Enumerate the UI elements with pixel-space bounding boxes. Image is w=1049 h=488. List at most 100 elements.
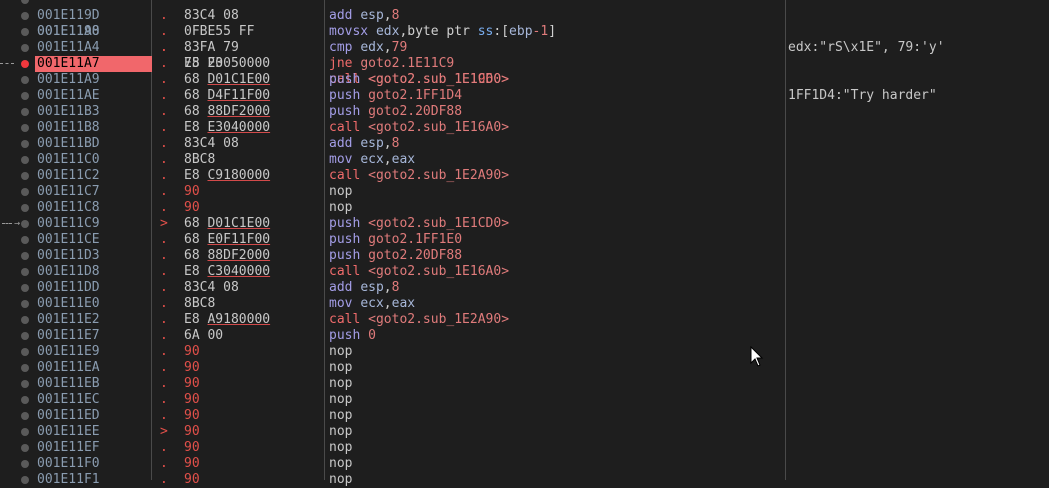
breakpoint-dot-icon[interactable] <box>21 140 29 148</box>
breakpoint-dot-icon[interactable] <box>21 252 29 260</box>
instruction-row[interactable]: → 001E11C9 >68 D01C1E00 push <goto2.sub_1E1… <box>0 216 785 232</box>
branch-marker: . <box>160 328 168 343</box>
instruction-row[interactable]: 001E11DD. 83C4 08 add esp,8 <box>0 280 785 296</box>
instruction-address[interactable]: 001E11A0 <box>35 24 152 40</box>
instruction-row[interactable]: 001E11C2. E8 C9180000 call <goto2.sub_1E2A… <box>0 168 785 184</box>
breakpoint-dot-icon[interactable] <box>21 476 29 484</box>
instruction-address[interactable]: 001E11C7 <box>35 184 152 200</box>
breakpoint-dot-icon[interactable] <box>21 220 29 228</box>
disassembly-view[interactable]: 001E1198 . E8 E3050000 call <goto2.sub_1… <box>0 0 1049 487</box>
instruction-address[interactable]: 001E11DD <box>35 280 152 296</box>
breakpoint-dot-icon[interactable] <box>21 236 29 244</box>
breakpoint-dot-icon[interactable] <box>21 428 29 436</box>
instruction-address[interactable]: 001E11C9 <box>35 216 152 232</box>
instruction-row-partial[interactable]: 001E1198 . E8 E3050000 call <goto2.sub_1… <box>0 0 785 87</box>
instruction-address[interactable]: 001E11A7 <box>35 56 152 72</box>
instruction-address[interactable]: 001E11F1 <box>35 472 152 488</box>
instruction-address[interactable]: 001E11D3 <box>35 248 152 264</box>
instruction-row[interactable]: 001E11BD. 83C4 08 add esp,8 <box>0 136 785 152</box>
breakpoint-dot-icon[interactable] <box>21 444 29 452</box>
instruction-address[interactable]: 001E11ED <box>35 408 152 424</box>
instruction-row[interactable]: 001E11AE. 68 D4F11F00 push goto2.1FF1D4 <box>0 88 785 104</box>
breakpoint-dot-icon[interactable] <box>21 316 29 324</box>
instruction-row[interactable]: 001E11EF. 90 nop <box>0 440 785 456</box>
instruction-row[interactable]: 001E11E2. E8 A9180000 call <goto2.sub_1E2A… <box>0 312 785 328</box>
breakpoint-dot-icon[interactable] <box>21 12 29 20</box>
instruction-address[interactable]: 001E11B8 <box>35 120 152 136</box>
instruction-text: nop <box>329 360 353 375</box>
instruction-row[interactable]: 001E11EE >90 nop <box>0 424 785 440</box>
instruction-row[interactable]: 001E11F0. 90 nop <box>0 456 785 472</box>
breakpoint-dot-icon[interactable] <box>21 364 29 372</box>
instruction-row[interactable]: 001E11D3. 68 88DF2000 push goto2.20DF88 <box>0 248 785 264</box>
breakpoint-dot-icon[interactable] <box>21 60 29 68</box>
breakpoint-dot-icon[interactable] <box>21 268 29 276</box>
breakpoint-dot-icon[interactable] <box>21 188 29 196</box>
instruction-row[interactable]: 001E11B8. E8 E3040000 call <goto2.sub_1E16… <box>0 120 785 136</box>
breakpoint-dot-icon[interactable] <box>21 44 29 52</box>
instruction-row[interactable]: 001E11C8. 90 nop <box>0 200 785 216</box>
instruction-address[interactable]: 001E11C8 <box>35 200 152 216</box>
instruction-address[interactable]: 001E11E9 <box>35 344 152 360</box>
instruction-address[interactable]: 001E11A4 <box>35 40 152 56</box>
instruction-text: push goto2.1FF1D4 <box>329 88 463 103</box>
instruction-address[interactable]: 001E11EF <box>35 440 152 456</box>
breakpoint-dot-icon[interactable] <box>21 204 29 212</box>
breakpoint-dot-icon[interactable] <box>21 0 29 4</box>
instruction-row[interactable]: 001E119D. 83C4 08 add esp,8 <box>0 8 785 24</box>
instruction-row[interactable]: 001E11E0. 8BC8 mov ecx,eax <box>0 296 785 312</box>
breakpoint-dot-icon[interactable] <box>21 284 29 292</box>
instruction-address[interactable]: 001E11CE <box>35 232 152 248</box>
breakpoint-dot-icon[interactable] <box>21 332 29 340</box>
breakpoint-dot-icon[interactable] <box>21 124 29 132</box>
breakpoint-dot-icon[interactable] <box>21 412 29 420</box>
instruction-row[interactable]: 001E11A9. 68 D01C1E00 push <goto2.sub_1E1C… <box>0 72 785 88</box>
instruction-row[interactable]: 001E11A4. 83FA 79 cmp edx,79 <box>0 40 785 56</box>
instruction-address[interactable]: 001E11EE <box>35 424 152 440</box>
instruction-address[interactable]: 001E11E0 <box>35 296 152 312</box>
branch-marker: . <box>160 456 168 471</box>
breakpoint-dot-icon[interactable] <box>21 92 29 100</box>
mouse-cursor-icon <box>750 346 764 367</box>
instruction-row[interactable]: 001E11ED. 90 nop <box>0 408 785 424</box>
instruction-address[interactable]: 001E11C0 <box>35 152 152 168</box>
breakpoint-dot-icon[interactable] <box>21 28 29 36</box>
instruction-list[interactable]: 001E1198 . E8 E3050000 call <goto2.sub_1… <box>0 0 785 488</box>
breakpoint-dot-icon[interactable] <box>21 300 29 308</box>
breakpoint-dot-icon[interactable] <box>21 108 29 116</box>
breakpoint-dot-icon[interactable] <box>21 172 29 180</box>
instruction-row[interactable]: 001E11B3. 68 88DF2000 push goto2.20DF88 <box>0 104 785 120</box>
instruction-row[interactable]: 001E11A0. 0FBE55 FF movsx edx,byte ptr ss:… <box>0 24 785 40</box>
instruction-address[interactable]: 001E11EC <box>35 392 152 408</box>
breakpoint-dot-icon[interactable] <box>21 76 29 84</box>
instruction-row[interactable]: 001E11A7. 75 20 jne goto2.1E11C9 <box>0 56 785 72</box>
breakpoint-dot-icon[interactable] <box>21 396 29 404</box>
instruction-row[interactable]: 001E11EB. 90 nop <box>0 376 785 392</box>
instruction-address[interactable]: 001E119D <box>35 8 152 24</box>
instruction-address[interactable]: 001E11D8 <box>35 264 152 280</box>
breakpoint-dot-icon[interactable] <box>21 348 29 356</box>
instruction-row[interactable]: 001E11E9. 90 nop <box>0 344 785 360</box>
instruction-row[interactable]: 001E11E7. 6A 00 push 0 <box>0 328 785 344</box>
instruction-row[interactable]: 001E11CE. 68 E0F11F00 push goto2.1FF1E0 <box>0 232 785 248</box>
instruction-address[interactable]: 001E11F0 <box>35 456 152 472</box>
instruction-address[interactable]: 001E11BD <box>35 136 152 152</box>
instruction-address[interactable]: 001E11B3 <box>35 104 152 120</box>
instruction-address[interactable]: 001E11A9 <box>35 72 152 88</box>
instruction-address[interactable]: 001E11AE <box>35 88 152 104</box>
instruction-row[interactable]: 001E11C7. 90 nop <box>0 184 785 200</box>
breakpoint-dot-icon[interactable] <box>21 380 29 388</box>
instruction-address[interactable]: 001E11C2 <box>35 168 152 184</box>
breakpoint-dot-icon[interactable] <box>21 460 29 468</box>
breakpoint-dot-icon[interactable] <box>21 156 29 164</box>
instruction-row[interactable]: 001E11D8. E8 C3040000 call <goto2.sub_1E16… <box>0 264 785 280</box>
instruction-address[interactable]: 001E11E2 <box>35 312 152 328</box>
instruction-address[interactable]: 001E11EA <box>35 360 152 376</box>
instruction-address[interactable]: 001E11E7 <box>35 328 152 344</box>
instruction-row[interactable]: 001E11F1. 90 nop <box>0 472 785 488</box>
instruction-row[interactable]: 001E11C0. 8BC8 mov ecx,eax <box>0 152 785 168</box>
instruction-row[interactable]: 001E11EA. 90 nop <box>0 360 785 376</box>
instruction-address[interactable]: 001E11EB <box>35 376 152 392</box>
branch-marker: . <box>160 248 168 263</box>
instruction-row[interactable]: 001E11EC. 90 nop <box>0 392 785 408</box>
